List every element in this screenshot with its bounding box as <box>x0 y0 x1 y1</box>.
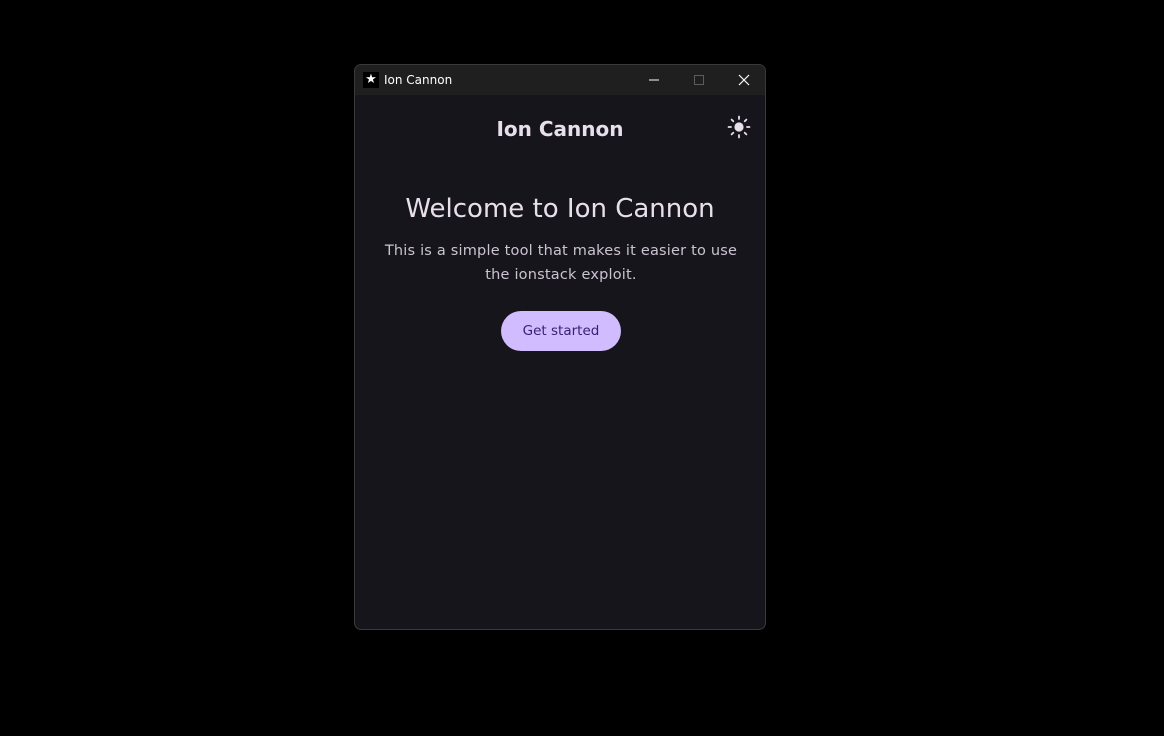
minimize-button[interactable] <box>631 65 676 95</box>
welcome-heading: Welcome to Ion Cannon <box>405 194 715 224</box>
minimize-icon <box>648 79 659 81</box>
app-title: Ion Cannon <box>496 117 624 141</box>
maximize-icon <box>693 75 704 85</box>
get-started-button[interactable]: Get started <box>501 311 621 351</box>
maximize-button[interactable] <box>676 65 721 95</box>
title-bar[interactable]: ★ Ion Cannon <box>355 65 765 95</box>
theme-toggle-button[interactable] <box>725 113 753 141</box>
close-button[interactable] <box>721 65 765 95</box>
close-icon <box>738 74 749 86</box>
star-icon: ★ <box>363 72 379 88</box>
window-title: Ion Cannon <box>384 73 453 87</box>
sun-icon <box>727 115 751 139</box>
welcome-description: This is a simple tool that makes it easi… <box>384 243 738 283</box>
app-window: ★ Ion Cannon Ion Cannon Welcome to Ion C… <box>354 64 766 630</box>
